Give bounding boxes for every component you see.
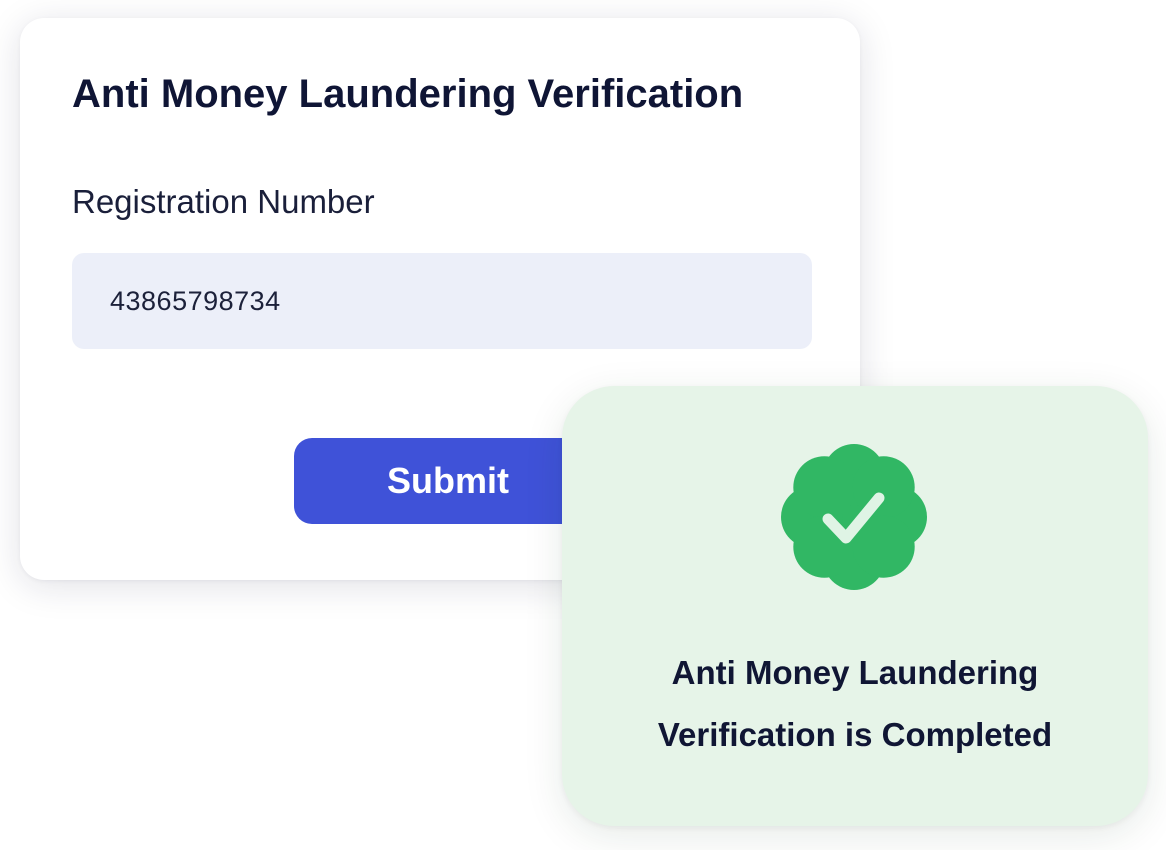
registration-number-label: Registration Number bbox=[72, 183, 375, 220]
submit-button[interactable]: Submit bbox=[294, 438, 602, 524]
verification-complete-line-2: Verification is Completed bbox=[657, 716, 1053, 753]
verification-complete-message: Anti Money Laundering Verification is Co… bbox=[562, 642, 1148, 766]
verified-check-badge-icon bbox=[779, 442, 929, 592]
registration-number-input[interactable] bbox=[72, 253, 812, 349]
form-title: Anti Money Laundering Verification bbox=[72, 72, 744, 116]
verification-complete-card: Anti Money Laundering Verification is Co… bbox=[562, 386, 1148, 826]
verification-complete-line-1: Anti Money Laundering bbox=[671, 654, 1039, 691]
